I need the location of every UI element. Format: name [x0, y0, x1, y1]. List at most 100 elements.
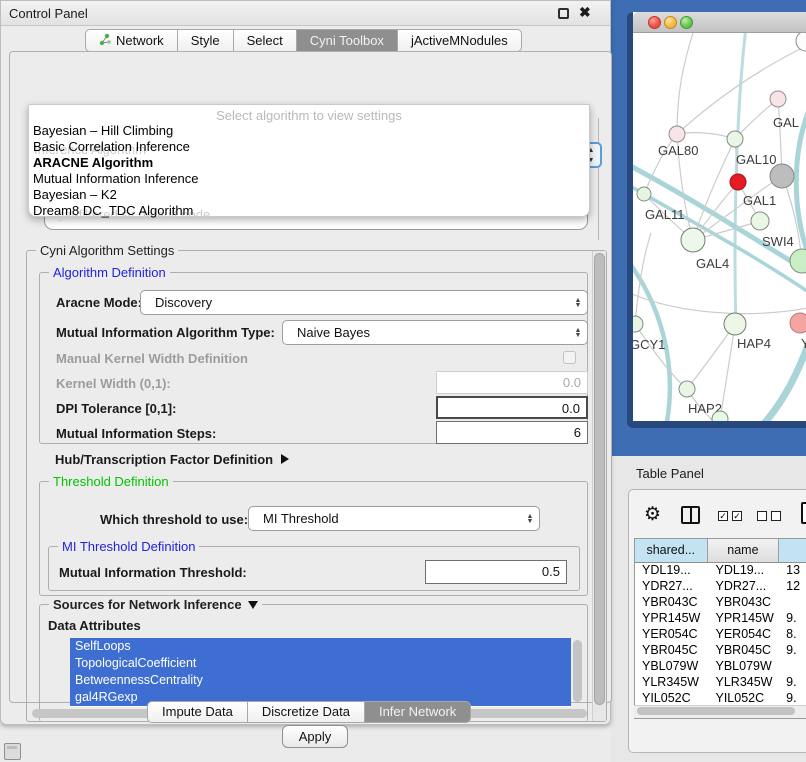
mi-threshold-field[interactable]: 0.5	[425, 560, 567, 584]
table-cell: YER054C	[708, 627, 780, 643]
tab-network[interactable]: Network	[85, 29, 178, 52]
network-node-swi4[interactable]	[790, 249, 806, 273]
tab-select[interactable]: Select	[234, 29, 297, 52]
table-row[interactable]: YBL079WYBL079W	[635, 659, 806, 675]
network-node-gal80[interactable]	[669, 126, 685, 142]
tab-infer-network[interactable]: Infer Network	[365, 701, 471, 723]
data-attributes-list[interactable]: SelfLoopsTopologicalCoefficientBetweenne…	[70, 638, 571, 707]
window-title: Control Panel	[9, 6, 88, 21]
table-hscrollbar-thumb[interactable]	[637, 707, 795, 715]
table-body[interactable]: YDL19...YDL19...13YDR27...YDR27...12YBR0…	[635, 563, 806, 707]
which-threshold-combo[interactable]: MI Threshold ▲▼	[248, 506, 540, 531]
control-panel-titlebar[interactable]: Control Panel ✖	[1, 1, 610, 26]
network-node[interactable]	[730, 174, 746, 190]
sources-expander[interactable]: Sources for Network Inference	[49, 597, 262, 612]
network-node-gal10[interactable]	[727, 131, 743, 147]
hub-definition-expander[interactable]: Hub/Transcription Factor Definition	[55, 452, 289, 467]
table-row[interactable]: YBR043CYBR043C	[635, 595, 806, 611]
cyni-toolbox-panel: ▲▼ Select algorithm to view settings Inf…	[9, 51, 612, 703]
table-row[interactable]: YDR27...YDR27...12	[635, 579, 806, 595]
table-row[interactable]: YLR345WYLR345W9.	[635, 675, 806, 691]
table-cell: YLR345W	[708, 675, 780, 691]
attribute-list-item[interactable]: TopologicalCoefficient	[70, 655, 571, 672]
network-node[interactable]	[796, 33, 806, 51]
split-columns-icon[interactable]	[681, 506, 700, 524]
hidden-groupbox-border	[598, 118, 599, 240]
column-header-name[interactable]: name	[708, 539, 780, 562]
table-header-row[interactable]: shared... name	[635, 539, 806, 563]
algorithm-option[interactable]: ARACNE Algorithm	[32, 155, 582, 171]
gear-icon[interactable]: ⚙	[644, 503, 661, 526]
node-label: GAL10	[736, 152, 776, 167]
network-node-hap2[interactable]	[679, 381, 695, 397]
table-cell: YDR27...	[635, 579, 708, 595]
tab-label: Style	[191, 33, 220, 48]
chevron-updown-icon: ▲▼	[569, 328, 587, 338]
list-vscrollbar-thumb[interactable]	[573, 640, 582, 702]
table-subpanel: ⚙ ✓ ✓ shared... name YDL19...YDL19...13Y…	[628, 489, 806, 753]
apply-button[interactable]: Apply	[282, 725, 348, 748]
cyni-bottom-tabs: Impute DataDiscretize DataInfer Network	[147, 701, 471, 723]
tab-style[interactable]: Style	[178, 29, 234, 52]
checked-checkbox-icon[interactable]: ✓	[732, 511, 742, 521]
algorithm-option[interactable]: Bayesian – K2	[32, 187, 582, 203]
aracne-mode-combo[interactable]: Discovery ▲▼	[140, 290, 588, 315]
close-icon[interactable]: ✖	[579, 4, 591, 21]
close-traffic-light-icon[interactable]	[648, 16, 661, 29]
column-header-partial[interactable]	[779, 539, 806, 562]
settings-vscrollbar-thumb[interactable]	[594, 253, 605, 705]
table-cell: 9.	[779, 675, 806, 691]
network-node-gcy1[interactable]	[633, 316, 643, 332]
unchecked-checkbox-icon[interactable]	[771, 511, 781, 521]
manual-kernel-label: Manual Kernel Width Definition	[56, 351, 248, 366]
mi-steps-field[interactable]: 6	[436, 421, 588, 444]
network-canvas[interactable]: GALGAL80GAL10GAL1GAL11GAL4SWI4GCY1HAP4YH…	[633, 33, 806, 421]
attribute-list-item[interactable]: SelfLoops	[70, 638, 571, 655]
float-window-icon[interactable]	[558, 8, 569, 19]
minimized-window-icon[interactable]	[4, 743, 21, 760]
tab-label: Cyni Toolbox	[310, 33, 384, 48]
unchecked-checkbox-icon[interactable]	[757, 511, 767, 521]
table-row[interactable]: YBR045CYBR045C9.	[635, 643, 806, 659]
network-node-gal1[interactable]	[751, 212, 769, 230]
network-nodes[interactable]: GALGAL80GAL10GAL1GAL11GAL4SWI4GCY1HAP4YH…	[633, 33, 806, 421]
manual-kernel-checkbox[interactable]	[563, 351, 576, 364]
network-node-y[interactable]	[790, 313, 806, 333]
table-row[interactable]: YDL19...YDL19...13	[635, 563, 806, 579]
tab-jactivemnodules[interactable]: jActiveMNodules	[398, 29, 522, 52]
node-label: GAL	[773, 115, 799, 130]
network-window-titlebar[interactable]	[633, 12, 806, 33]
algorithm-option[interactable]: Bayesian – Hill Climbing	[32, 123, 582, 139]
kernel-width-field[interactable]: 0.0	[436, 371, 588, 394]
table-cell	[779, 595, 806, 611]
table-cell: 8.	[779, 627, 806, 643]
table-cell: YDR27...	[708, 579, 780, 595]
mi-type-combo[interactable]: Naive Bayes ▲▼	[282, 320, 588, 345]
tab-impute-data[interactable]: Impute Data	[147, 701, 248, 723]
table-row[interactable]: YER054CYER054C8.	[635, 627, 806, 643]
network-node-gal4[interactable]	[681, 228, 705, 252]
document-icon[interactable]	[801, 502, 806, 524]
control-panel-window: Control Panel ✖ Network Style Select Cyni T…	[0, 0, 611, 725]
checked-checkbox-icon[interactable]: ✓	[718, 511, 728, 521]
tab-discretize-data[interactable]: Discretize Data	[248, 701, 365, 723]
table-cell: YPR145W	[708, 611, 780, 627]
table-panel: Table Panel ⚙ ✓ ✓ shared... name YDL19..…	[611, 456, 806, 762]
table-row[interactable]: YPR145WYPR145W9.	[635, 611, 806, 627]
algorithm-option[interactable]: Dream8 DC_TDC Algorithm	[32, 203, 582, 219]
network-node-gal[interactable]	[770, 91, 786, 107]
table-cell: YDL19...	[635, 563, 708, 579]
network-node[interactable]	[770, 164, 794, 188]
network-node-hap4[interactable]	[724, 313, 746, 335]
column-header-shared[interactable]: shared...	[635, 539, 708, 562]
table-cell: YBR043C	[708, 595, 780, 611]
dpi-tolerance-field[interactable]: 0.0	[436, 396, 588, 419]
tab-cyni-toolbox[interactable]: Cyni Toolbox	[297, 29, 398, 52]
zoom-traffic-light-icon[interactable]	[680, 16, 693, 29]
algorithm-option[interactable]: Basic Correlation Inference	[32, 139, 582, 155]
node-attribute-table[interactable]: shared... name YDL19...YDL19...13YDR27..…	[634, 538, 806, 719]
minimize-traffic-light-icon[interactable]	[664, 16, 677, 29]
attribute-list-item[interactable]: BetweennessCentrality	[70, 672, 571, 689]
algorithm-option[interactable]: Mutual Information Inference	[32, 171, 582, 187]
network-node-gal11[interactable]	[637, 187, 651, 201]
